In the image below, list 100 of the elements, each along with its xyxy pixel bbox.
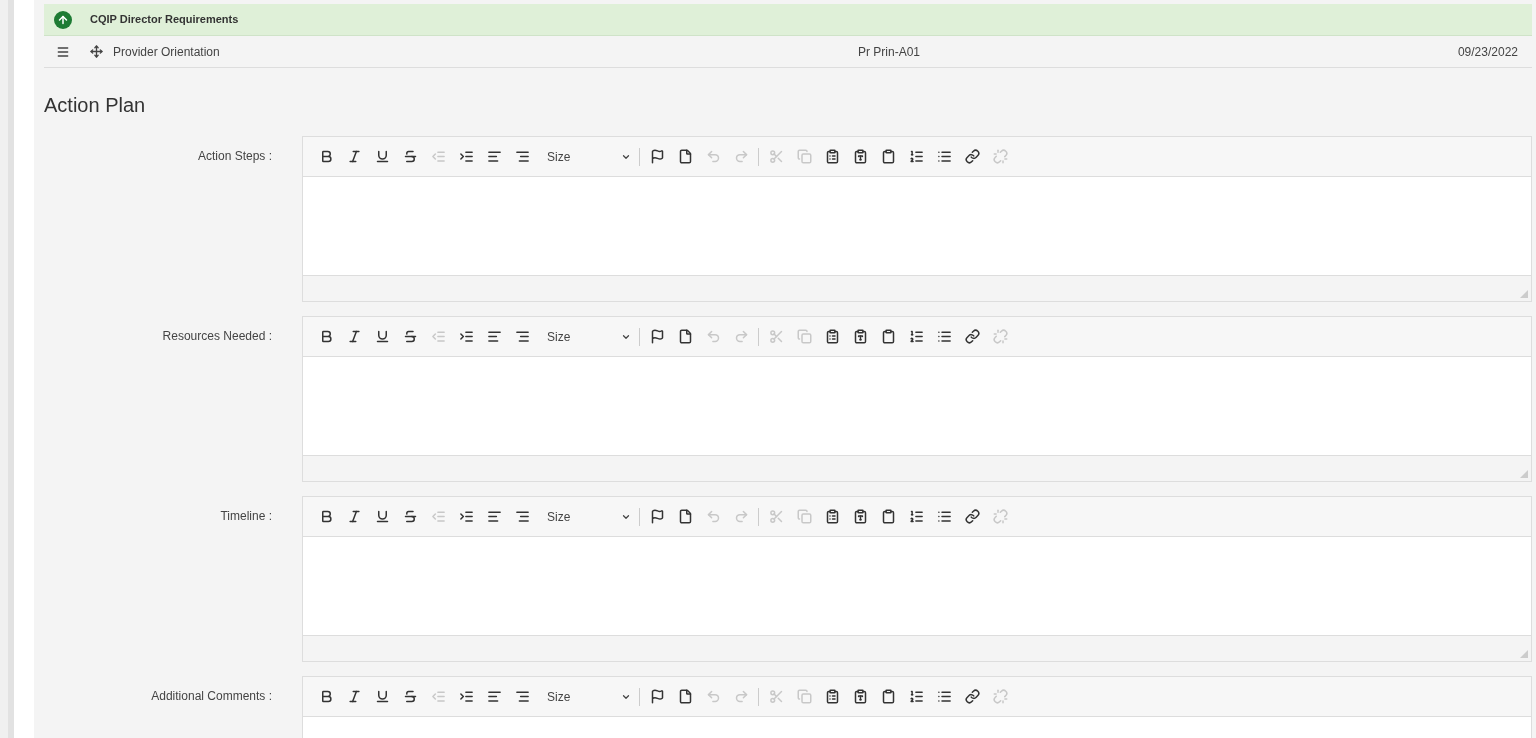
numbered-list-icon [908, 689, 924, 704]
field-label: Action Steps : [196, 148, 272, 165]
page-icon [677, 329, 693, 344]
flag-icon [649, 689, 665, 704]
copy-icon [796, 329, 812, 344]
strikethrough-icon [402, 149, 418, 164]
field-label: Resources Needed : [161, 328, 272, 345]
italic-icon [346, 149, 362, 164]
item-name: Provider Orientation [113, 43, 221, 61]
unlink-icon [992, 509, 1008, 524]
flag-icon [649, 329, 665, 344]
size-dropdown[interactable]: Size [539, 144, 635, 169]
link-icon [964, 689, 980, 704]
italic-icon [346, 329, 362, 344]
page-title: Action Plan [44, 93, 147, 118]
align-right-icon [514, 689, 530, 704]
clipboard-icon [824, 689, 840, 704]
align-left-icon [486, 689, 502, 704]
link-icon [964, 509, 980, 524]
unlink-icon [992, 329, 1008, 344]
strikethrough-icon [402, 329, 418, 344]
italic-icon [346, 689, 362, 704]
page-icon [677, 689, 693, 704]
size-dropdown[interactable]: Size [539, 684, 635, 709]
page-icon [677, 149, 693, 164]
resize-grip-icon[interactable] [1520, 290, 1528, 298]
outdent-icon [430, 509, 446, 524]
clipboard-icon [824, 329, 840, 344]
clipboard-icon [880, 509, 896, 524]
align-right-icon [514, 149, 530, 164]
align-left-icon [486, 509, 502, 524]
rich-text-editor[interactable]: Size [302, 496, 1532, 662]
redo-icon [733, 689, 749, 704]
menu-icon[interactable] [56, 44, 70, 59]
rich-text-editor[interactable]: Size [302, 676, 1532, 738]
clipboard-text-icon [852, 329, 868, 344]
clipboard-icon [880, 689, 896, 704]
resize-grip-icon[interactable] [1520, 650, 1528, 658]
bullet-list-icon [936, 509, 952, 524]
resize-grip-icon[interactable] [1520, 470, 1528, 478]
underline-icon [374, 149, 390, 164]
indent-icon [458, 149, 474, 164]
strikethrough-icon [402, 689, 418, 704]
underline-icon [374, 329, 390, 344]
outdent-icon [430, 689, 446, 704]
copy-icon [796, 509, 812, 524]
redo-icon [733, 509, 749, 524]
underline-icon [374, 689, 390, 704]
rich-text-editor[interactable]: Size [302, 136, 1532, 302]
undo-icon [705, 329, 721, 344]
undo-icon [705, 149, 721, 164]
clipboard-icon [880, 329, 896, 344]
outdent-icon [430, 329, 446, 344]
unlink-icon [992, 149, 1008, 164]
undo-icon [705, 689, 721, 704]
item-code: Pr Prin-A01 [858, 43, 921, 61]
indent-icon [458, 689, 474, 704]
undo-icon [705, 509, 721, 524]
redo-icon [733, 149, 749, 164]
flag-icon [649, 509, 665, 524]
rich-text-editor[interactable]: Size [302, 316, 1532, 482]
redo-icon [733, 329, 749, 344]
page-icon [677, 509, 693, 524]
section-title: CQIP Director Requirements [90, 12, 239, 28]
clipboard-text-icon [852, 689, 868, 704]
numbered-list-icon [908, 329, 924, 344]
flag-icon [649, 149, 665, 164]
size-dropdown[interactable]: Size [539, 324, 635, 349]
clipboard-text-icon [852, 509, 868, 524]
scissors-icon [768, 329, 784, 344]
size-dropdown[interactable]: Size [539, 504, 635, 529]
align-right-icon [514, 509, 530, 524]
copy-icon [796, 149, 812, 164]
bullet-list-icon [936, 689, 952, 704]
align-left-icon [486, 329, 502, 344]
move-icon[interactable] [90, 45, 103, 58]
unlink-icon [992, 689, 1008, 704]
scissors-icon [768, 509, 784, 524]
collapse-up-icon[interactable] [54, 10, 72, 29]
clipboard-icon [824, 149, 840, 164]
numbered-list-icon [908, 509, 924, 524]
indent-icon [458, 509, 474, 524]
outdent-icon [430, 149, 446, 164]
link-icon [964, 149, 980, 164]
link-icon [964, 329, 980, 344]
italic-icon [346, 509, 362, 524]
align-left-icon [486, 149, 502, 164]
field-label: Timeline : [219, 508, 272, 525]
clipboard-text-icon [852, 149, 868, 164]
clipboard-icon [880, 149, 896, 164]
bullet-list-icon [936, 149, 952, 164]
copy-icon [796, 689, 812, 704]
indent-icon [458, 329, 474, 344]
item-date: 09/23/2022 [1457, 43, 1518, 61]
align-right-icon [514, 329, 530, 344]
clipboard-icon [824, 509, 840, 524]
numbered-list-icon [908, 149, 924, 164]
scissors-icon [768, 149, 784, 164]
scissors-icon [768, 689, 784, 704]
bullet-list-icon [936, 329, 952, 344]
